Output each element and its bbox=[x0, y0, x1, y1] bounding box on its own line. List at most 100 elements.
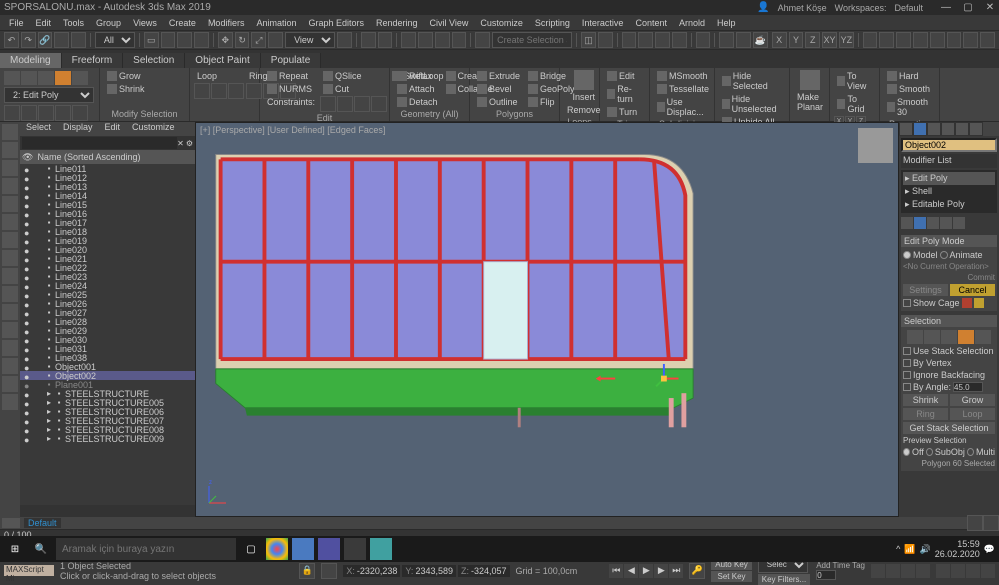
outline-button[interactable]: Outline bbox=[474, 96, 523, 108]
usedisplac-button[interactable]: Use Displac... bbox=[654, 96, 712, 118]
nav-7[interactable] bbox=[966, 564, 980, 578]
poly-mode-dropdown[interactable]: 2: Edit Poly bbox=[4, 87, 94, 103]
bind-button[interactable] bbox=[71, 32, 86, 48]
tool-btn-8[interactable] bbox=[980, 32, 995, 48]
tree-row[interactable]: ●▪Line023 bbox=[20, 272, 195, 281]
border-mode[interactable] bbox=[38, 71, 54, 85]
object-name-input[interactable] bbox=[901, 138, 997, 152]
tree-row[interactable]: ●▪Line012 bbox=[20, 173, 195, 182]
rotate-button[interactable]: ↻ bbox=[235, 32, 250, 48]
key-filters-button[interactable]: Key Filters... bbox=[758, 574, 810, 585]
percent-snap-toggle[interactable] bbox=[435, 32, 450, 48]
workspace-value[interactable]: Default bbox=[894, 3, 923, 13]
tool-btn-1[interactable] bbox=[863, 32, 878, 48]
smooth30-button[interactable]: Smooth 30 bbox=[884, 96, 935, 118]
sel-edge[interactable] bbox=[924, 330, 940, 344]
modifier-list-dropdown[interactable]: Modifier List bbox=[901, 154, 997, 168]
scene-header[interactable]: 👁 Name (Sorted Ascending) bbox=[20, 150, 195, 164]
hide-selected-button[interactable]: Hide Selected bbox=[719, 70, 785, 92]
default-layer-label[interactable]: Default bbox=[24, 518, 61, 528]
tray-volume-icon[interactable]: 🔊 bbox=[920, 544, 931, 555]
isolate-button[interactable] bbox=[967, 515, 983, 531]
visibility-icon[interactable]: ● bbox=[24, 372, 32, 380]
visibility-icon[interactable]: ● bbox=[24, 435, 32, 443]
prev-frame-button[interactable]: ◀ bbox=[624, 564, 638, 578]
filter-options-icon[interactable]: ⚙ bbox=[186, 139, 193, 148]
add-time-tag[interactable]: Add Time Tag bbox=[816, 561, 865, 570]
visibility-icon[interactable]: ● bbox=[24, 408, 32, 416]
menu-rendering[interactable]: Rendering bbox=[371, 18, 423, 28]
left-tool-4[interactable] bbox=[2, 178, 18, 194]
angle-snap-toggle[interactable] bbox=[418, 32, 433, 48]
tree-row[interactable]: ●▪Line018 bbox=[20, 227, 195, 236]
goto-end-button[interactable]: ⏭ bbox=[669, 564, 683, 578]
preview-subobj-radio[interactable] bbox=[926, 448, 933, 456]
edit-poly-mode-rollout[interactable]: Edit Poly Mode bbox=[901, 235, 997, 247]
menu-customize[interactable]: Customize bbox=[475, 18, 528, 28]
search-icon[interactable]: 🔍 bbox=[30, 538, 52, 560]
tree-row[interactable]: ●▪Line017 bbox=[20, 218, 195, 227]
close-button[interactable]: ✕ bbox=[985, 3, 995, 13]
visibility-icon[interactable]: ● bbox=[24, 264, 32, 272]
visibility-icon[interactable]: ● bbox=[24, 192, 32, 200]
viewport-label[interactable]: [+] [Perspective] [User Defined] [Edged … bbox=[200, 125, 385, 135]
tab-object-paint[interactable]: Object Paint bbox=[185, 53, 260, 68]
constraint-4[interactable] bbox=[371, 96, 387, 112]
menu-edit[interactable]: Edit bbox=[31, 18, 57, 28]
y-coord[interactable]: Y:2343,589 bbox=[402, 565, 456, 577]
maxscript-listener[interactable]: MAXScript Mi bbox=[4, 565, 54, 576]
lock-selection-button[interactable]: 🔒 bbox=[299, 563, 315, 579]
relax-button[interactable]: Relax bbox=[394, 70, 441, 82]
modifier-stack[interactable]: ▸ Edit Poly ▸ Shell ▸ Editable Poly bbox=[901, 170, 997, 213]
selection-rollout[interactable]: Selection bbox=[901, 315, 997, 327]
poly-tool-3[interactable] bbox=[38, 105, 54, 121]
visibility-icon[interactable]: ● bbox=[24, 246, 32, 254]
display-tab[interactable] bbox=[955, 122, 969, 136]
spinner-snap-toggle[interactable] bbox=[452, 32, 467, 48]
scene-tree[interactable]: ●▪Line011●▪Line012●▪Line013●▪Line014●▪Li… bbox=[20, 164, 195, 505]
menu-interactive[interactable]: Interactive bbox=[577, 18, 629, 28]
yz-axis-button[interactable]: YZ bbox=[839, 32, 854, 48]
toggle-ribbon-button[interactable] bbox=[638, 32, 653, 48]
tree-row[interactable]: ●▪Line029 bbox=[20, 326, 195, 335]
tree-row[interactable]: ●▸▪STEELSTRUCTURE009 bbox=[20, 434, 195, 443]
smooth-button[interactable]: Smooth bbox=[884, 83, 935, 95]
menu-views[interactable]: Views bbox=[128, 18, 162, 28]
loop-button[interactable]: Loop bbox=[194, 70, 244, 82]
sel-shrink-button[interactable]: Shrink bbox=[903, 394, 948, 406]
xy-axis-button[interactable]: XY bbox=[822, 32, 837, 48]
align-button[interactable] bbox=[598, 32, 613, 48]
visibility-icon[interactable]: ● bbox=[24, 300, 32, 308]
tree-row[interactable]: ●▪Line019 bbox=[20, 236, 195, 245]
x-coord[interactable]: X:-2320,238 bbox=[343, 565, 400, 577]
schematic-view-button[interactable] bbox=[672, 32, 687, 48]
visibility-icon[interactable]: ● bbox=[24, 399, 32, 407]
tree-row[interactable]: ●▪Line026 bbox=[20, 299, 195, 308]
key-mode-button[interactable]: 🔑 bbox=[689, 563, 705, 579]
expand-icon[interactable]: ▸ bbox=[45, 399, 53, 407]
expand-icon[interactable]: ▸ bbox=[45, 408, 53, 416]
cancel-button[interactable]: Cancel bbox=[950, 284, 995, 296]
scene-select[interactable]: Select bbox=[20, 122, 57, 136]
scene-customize[interactable]: Customize bbox=[126, 122, 181, 136]
menu-civil-view[interactable]: Civil View bbox=[425, 18, 474, 28]
window-crossing-button[interactable] bbox=[194, 32, 209, 48]
frame-input[interactable] bbox=[816, 570, 836, 580]
tree-row[interactable]: ●▪Line020 bbox=[20, 245, 195, 254]
visibility-icon[interactable]: ● bbox=[24, 165, 32, 173]
scene-filter-input[interactable] bbox=[22, 137, 177, 149]
visibility-icon[interactable]: ● bbox=[24, 210, 32, 218]
visibility-icon[interactable]: ● bbox=[24, 219, 32, 227]
menu-create[interactable]: Create bbox=[164, 18, 201, 28]
visibility-icon[interactable]: ● bbox=[24, 345, 32, 353]
app-icon-2[interactable] bbox=[318, 538, 340, 560]
time-slider-button[interactable] bbox=[2, 518, 20, 528]
poly-tool-5[interactable] bbox=[72, 105, 88, 121]
visibility-icon[interactable]: ● bbox=[24, 183, 32, 191]
tool-btn-4[interactable] bbox=[913, 32, 928, 48]
tree-row[interactable]: ●▪Object001 bbox=[20, 362, 195, 371]
tool-btn-3[interactable] bbox=[896, 32, 911, 48]
shrink-button[interactable]: Shrink bbox=[104, 83, 148, 95]
tool-btn-7[interactable] bbox=[963, 32, 978, 48]
left-tool-15[interactable] bbox=[2, 376, 18, 392]
